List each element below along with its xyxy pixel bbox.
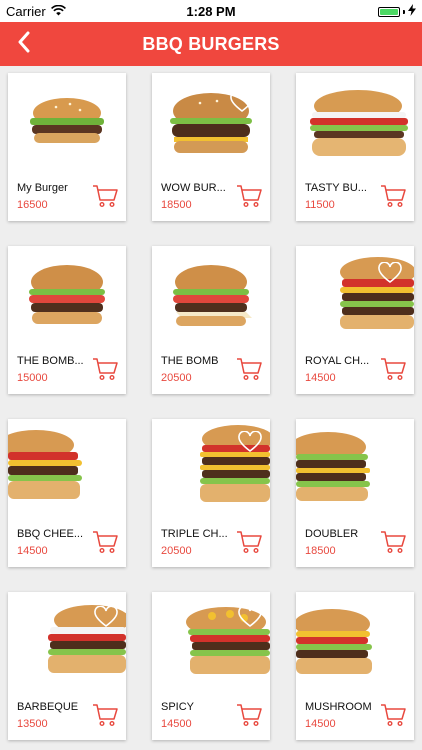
charging-bolt-icon [408, 4, 416, 19]
product-card[interactable]: BARBEQUE 13500 [8, 592, 126, 740]
product-price: 16500 [17, 199, 48, 211]
burger-image [296, 73, 414, 173]
product-name: SPICY [161, 701, 195, 713]
cart-icon[interactable] [236, 356, 262, 382]
product-name: ROYAL CH... [305, 355, 370, 367]
back-arrow-icon [17, 31, 31, 58]
product-price: 14500 [305, 372, 336, 384]
product-name: TRIPLE CH... [161, 528, 228, 540]
cart-icon[interactable] [236, 183, 262, 209]
product-card[interactable]: BBQ CHEE... 14500 [8, 419, 126, 567]
product-name: THE BOMB [161, 355, 219, 367]
burger-image [152, 73, 270, 173]
product-price: 20500 [161, 372, 192, 384]
cart-icon[interactable] [92, 356, 118, 382]
burger-image [296, 246, 414, 346]
product-grid: My Burger 16500 WOW BUR... 18500 TASTY B… [0, 66, 422, 750]
cart-icon[interactable] [92, 702, 118, 728]
burger-image [296, 592, 414, 692]
page-title: BBQ BURGERS [142, 33, 280, 54]
cart-icon[interactable] [380, 356, 406, 382]
nav-bar: BBQ BURGERS [0, 22, 422, 66]
battery-icon [378, 6, 400, 17]
product-card[interactable]: My Burger 16500 [8, 73, 126, 221]
cart-icon[interactable] [236, 529, 262, 555]
burger-image [8, 73, 126, 173]
product-card[interactable]: WOW BUR... 18500 [152, 73, 270, 221]
product-card[interactable]: TASTY BU... 11500 [296, 73, 414, 221]
battery-tip [403, 9, 405, 14]
product-card[interactable]: TRIPLE CH... 20500 [152, 419, 270, 567]
product-card[interactable]: THE BOMB... 15000 [8, 246, 126, 394]
product-name: THE BOMB... [17, 355, 84, 367]
product-price: 14500 [305, 718, 336, 730]
product-card[interactable]: DOUBLER 18500 [296, 419, 414, 567]
heart-outline-icon[interactable] [238, 430, 262, 453]
cart-icon[interactable] [380, 183, 406, 209]
product-price: 14500 [161, 718, 192, 730]
product-price: 14500 [17, 545, 48, 557]
product-name: BBQ CHEE... [17, 528, 84, 540]
cart-icon[interactable] [92, 183, 118, 209]
heart-outline-icon[interactable] [378, 261, 402, 284]
product-price: 13500 [17, 718, 48, 730]
status-right [378, 4, 416, 19]
back-button[interactable] [10, 30, 38, 58]
product-card[interactable]: SPICY 14500 [152, 592, 270, 740]
heart-outline-icon[interactable] [230, 90, 254, 113]
product-price: 18500 [161, 199, 192, 211]
product-card[interactable]: THE BOMB 20500 [152, 246, 270, 394]
cart-icon[interactable] [92, 529, 118, 555]
heart-outline-icon[interactable] [238, 605, 262, 628]
burger-image [296, 419, 414, 519]
burger-image [8, 246, 126, 346]
burger-image [8, 419, 126, 519]
product-name: TASTY BU... [305, 182, 367, 194]
status-time: 1:28 PM [186, 4, 236, 19]
cart-icon[interactable] [380, 529, 406, 555]
burger-image [152, 246, 270, 346]
cart-icon[interactable] [380, 702, 406, 728]
product-price: 11500 [305, 199, 335, 211]
status-bar: Carrier 1:28 PM [0, 0, 422, 22]
product-card[interactable]: MUSHROOM 14500 [296, 592, 414, 740]
product-name: My Burger [17, 182, 68, 194]
product-name: MUSHROOM [305, 701, 372, 713]
product-price: 20500 [161, 545, 192, 557]
product-name: DOUBLER [305, 528, 359, 540]
product-name: WOW BUR... [161, 182, 226, 194]
product-price: 18500 [305, 545, 336, 557]
product-name: BARBEQUE [17, 701, 79, 713]
cart-icon[interactable] [236, 702, 262, 728]
heart-outline-icon[interactable] [94, 605, 118, 628]
product-price: 15000 [17, 372, 48, 384]
product-card[interactable]: ROYAL CH... 14500 [296, 246, 414, 394]
